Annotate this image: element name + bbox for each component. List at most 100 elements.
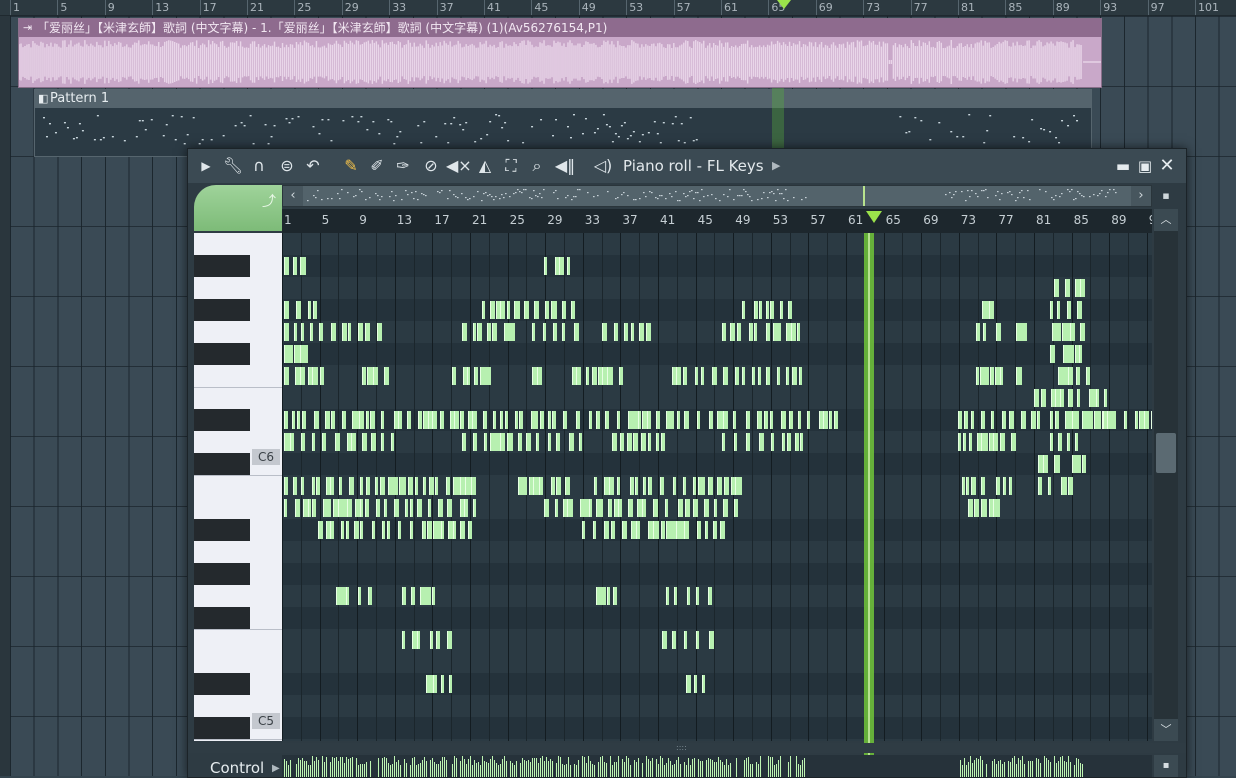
black-key[interactable] <box>194 299 250 321</box>
velocity-bar[interactable] <box>418 764 419 777</box>
note[interactable] <box>787 433 791 451</box>
note[interactable] <box>643 477 646 495</box>
note[interactable] <box>607 587 610 605</box>
note[interactable] <box>771 433 774 451</box>
velocity-bar[interactable] <box>684 762 685 777</box>
note[interactable] <box>609 477 614 495</box>
note[interactable] <box>1058 433 1062 451</box>
note[interactable] <box>1050 301 1053 319</box>
note[interactable] <box>777 367 780 385</box>
note[interactable] <box>749 323 753 341</box>
note[interactable] <box>377 323 382 341</box>
note[interactable] <box>358 323 363 341</box>
velocity-bar[interactable] <box>776 764 777 777</box>
note[interactable] <box>684 631 687 649</box>
vertical-scroll-thumb[interactable] <box>1156 433 1176 473</box>
velocity-bar[interactable] <box>994 759 995 777</box>
note[interactable] <box>1079 345 1082 363</box>
velocity-bar[interactable] <box>574 764 575 777</box>
note[interactable] <box>473 323 476 341</box>
note[interactable] <box>318 521 323 539</box>
note[interactable] <box>435 477 438 495</box>
velocity-bar[interactable] <box>668 758 669 777</box>
note[interactable] <box>301 433 305 451</box>
pattern-icon[interactable]: ◧ <box>38 90 48 108</box>
velocity-bar[interactable] <box>646 756 647 777</box>
note[interactable] <box>375 477 378 495</box>
velocity-bar[interactable] <box>556 763 557 777</box>
note[interactable] <box>686 675 691 693</box>
note[interactable] <box>579 433 582 451</box>
note[interactable] <box>799 367 802 385</box>
note[interactable] <box>359 411 364 429</box>
note[interactable] <box>788 301 792 319</box>
note[interactable] <box>490 301 495 319</box>
note[interactable] <box>737 323 741 341</box>
note[interactable] <box>331 411 335 429</box>
velocity-bar[interactable] <box>342 757 343 777</box>
note[interactable] <box>576 411 580 429</box>
velocity-bar[interactable] <box>628 758 629 777</box>
velocity-bar[interactable] <box>378 758 379 777</box>
note[interactable] <box>653 521 657 539</box>
velocity-bar[interactable] <box>482 756 483 777</box>
velocity-bar[interactable] <box>982 760 983 777</box>
note[interactable] <box>427 521 432 539</box>
note[interactable] <box>797 323 800 341</box>
velocity-bar[interactable] <box>460 761 461 777</box>
velocity-bar[interactable] <box>724 765 725 777</box>
note[interactable] <box>1082 455 1086 473</box>
velocity-bar[interactable] <box>356 758 357 777</box>
note[interactable] <box>468 521 472 539</box>
velocity-bar[interactable] <box>610 756 611 777</box>
velocity-bar[interactable] <box>714 762 715 777</box>
note[interactable] <box>966 477 969 495</box>
note[interactable] <box>384 499 387 517</box>
velocity-bar[interactable] <box>802 760 803 777</box>
menu-circle-icon[interactable]: ⊜ <box>276 156 298 176</box>
velocity-bar[interactable] <box>676 760 677 777</box>
velocity-bar[interactable] <box>364 764 365 777</box>
piano-roll-playhead-marker[interactable] <box>866 211 882 223</box>
note[interactable] <box>562 301 566 319</box>
note[interactable] <box>617 411 620 429</box>
note[interactable] <box>362 367 366 385</box>
note[interactable] <box>460 411 464 429</box>
note[interactable] <box>349 477 354 495</box>
black-key[interactable] <box>194 453 250 475</box>
velocity-bar[interactable] <box>996 764 997 777</box>
velocity-bar[interactable] <box>534 758 535 777</box>
note[interactable] <box>1050 345 1055 363</box>
note[interactable] <box>724 477 729 495</box>
velocity-bar[interactable] <box>506 761 507 777</box>
velocity-bar[interactable] <box>552 761 553 777</box>
velocity-bar[interactable] <box>316 757 317 777</box>
note[interactable] <box>453 521 456 539</box>
velocity-bar[interactable] <box>308 765 309 777</box>
note[interactable] <box>693 477 696 495</box>
note[interactable] <box>666 587 669 605</box>
note[interactable] <box>430 631 433 649</box>
velocity-bar[interactable] <box>310 765 311 777</box>
note[interactable] <box>622 521 627 539</box>
velocity-bar[interactable] <box>586 763 587 777</box>
velocity-bar[interactable] <box>706 760 707 777</box>
note[interactable] <box>473 433 477 451</box>
velocity-bar[interactable] <box>1010 762 1011 777</box>
velocity-bar[interactable] <box>960 760 961 777</box>
velocity-bar[interactable] <box>426 761 427 777</box>
note[interactable] <box>540 411 544 429</box>
note[interactable] <box>551 477 555 495</box>
note[interactable] <box>428 499 431 517</box>
note[interactable] <box>697 521 701 539</box>
note[interactable] <box>1002 411 1006 429</box>
piano-roll-note-grid[interactable] <box>282 233 1152 741</box>
note[interactable] <box>553 323 557 341</box>
note[interactable] <box>713 521 717 539</box>
velocity-bar[interactable] <box>978 759 979 777</box>
velocity-bar[interactable] <box>1064 761 1065 777</box>
note[interactable] <box>569 433 574 451</box>
note[interactable] <box>834 411 838 429</box>
note[interactable] <box>656 433 659 451</box>
note[interactable] <box>963 433 966 451</box>
